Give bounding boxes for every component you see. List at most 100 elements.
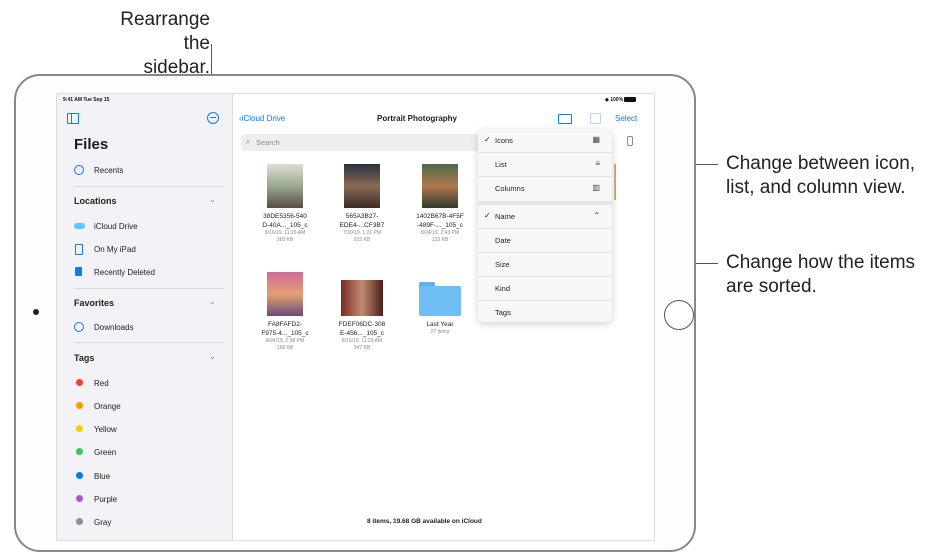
sidebar-item-recently-deleted[interactable]: Recently Deleted	[74, 267, 224, 281]
photo-thumbnail	[422, 164, 458, 208]
file-item[interactable]: 1402B67B-4F5F -489F-..._105_c 8/24/19, 2…	[405, 164, 475, 244]
sidebar-item-label: Downloads	[94, 323, 134, 332]
file-name: FA8FAFD2-	[268, 321, 302, 328]
menu-item-label: Name	[495, 212, 516, 221]
menu-item-icons[interactable]: ✓ Icons ▦	[478, 129, 612, 152]
sidebar-item-tag-purple[interactable]: Purple	[74, 494, 224, 508]
sidebar-item-recents[interactable]: Recents	[74, 165, 224, 179]
sidebar-item-label: Recently Deleted	[94, 268, 155, 277]
file-item[interactable]: 38DE5356-540 D-40A..._105_c 8/16/19, 11:…	[250, 164, 320, 244]
checkmark-icon: ✓	[484, 211, 491, 220]
view-options-icon[interactable]	[590, 113, 601, 124]
menu-item-label: List	[495, 160, 507, 169]
file-item[interactable]: 565A3B27- EDE4-...CF3B7 7/30/19, 1:21 PM…	[327, 164, 397, 244]
photo-thumbnail	[341, 280, 383, 316]
menu-item-name[interactable]: ✓ Name ⌃	[478, 205, 612, 228]
edit-sidebar-icon[interactable]	[207, 112, 219, 124]
sidebar-title: Files	[74, 136, 109, 153]
menu-item-label: Tags	[495, 308, 511, 317]
back-button-label: iCloud Drive	[241, 114, 286, 123]
chevron-down-icon[interactable]: ⌄	[209, 297, 216, 306]
menu-item-tags[interactable]: Tags	[478, 301, 612, 324]
file-date: 8/24/19, 2:43 PM	[420, 230, 460, 236]
tag-dot-icon	[76, 402, 83, 409]
file-date: 8/16/19, 11:26 AM	[264, 230, 306, 236]
chevron-down-icon[interactable]: ⌄	[209, 352, 216, 361]
folder-item[interactable]: Last Year 27 items	[405, 272, 475, 336]
sidebar-item-tag-red[interactable]: Red	[74, 378, 224, 392]
menu-item-size[interactable]: Size	[478, 253, 612, 276]
back-button[interactable]: ‹iCloud Drive	[239, 114, 285, 123]
chevron-down-icon[interactable]: ⌄	[209, 195, 216, 204]
mic-icon[interactable]	[627, 136, 633, 146]
search-placeholder: Search	[256, 138, 280, 147]
chevron-up-icon: ⌃	[593, 211, 600, 220]
sidebar-item-on-my-ipad[interactable]: On My iPad	[74, 244, 224, 258]
menu-item-columns[interactable]: Columns ▥	[478, 177, 612, 200]
photo-thumbnail	[344, 164, 380, 208]
menu-item-label: Kind	[495, 284, 511, 293]
file-item[interactable]: FDEF06DC-308 E-456..._105_c 8/16/19, 11:…	[327, 272, 397, 352]
download-icon	[74, 322, 84, 332]
list-icon: ≡	[595, 159, 600, 168]
menu-item-label: Columns	[495, 184, 525, 193]
file-size: 347 KB	[353, 345, 371, 351]
file-name-2: F975-4..._105_c	[261, 330, 309, 337]
file-size: 168 KB	[276, 345, 294, 351]
tag-dot-icon	[76, 472, 83, 479]
callout-sidebar-line1: Rearrange the	[120, 9, 210, 54]
file-date: 8/16/19, 11:29 AM	[341, 338, 383, 344]
sidebar-item-tag-blue[interactable]: Blue	[74, 471, 224, 485]
sidebar-item-tag-yellow[interactable]: Yellow	[74, 424, 224, 438]
tag-dot-icon	[76, 448, 83, 455]
file-name-2: E-456..._105_c	[339, 330, 385, 337]
section-locations: Locations	[74, 196, 117, 206]
section-tags: Tags	[74, 353, 95, 363]
sidebar-item-label: Blue	[94, 472, 111, 481]
divider	[74, 186, 224, 187]
sidebar-item-icloud[interactable]: iCloud Drive	[74, 221, 224, 235]
cloud-icon	[74, 223, 85, 229]
menu-item-label: Size	[495, 260, 510, 269]
file-name-2: D-40A..._105_c	[262, 222, 308, 229]
checkmark-icon: ✓	[484, 135, 491, 144]
menu-item-kind[interactable]: Kind	[478, 277, 612, 300]
camera	[33, 309, 39, 315]
sidebar-item-label: Orange	[94, 402, 121, 411]
sidebar: 9:41 AM Tue Sep 15 Files Recents Locatio…	[57, 94, 233, 540]
trash-icon	[75, 267, 82, 276]
file-size: 363 KB	[276, 237, 294, 243]
file-name: 565A3B27-	[345, 213, 379, 220]
sidebar-item-label: Gray	[94, 518, 112, 527]
tag-dot-icon	[76, 495, 83, 502]
file-date: 8/24/19, 2:38 PM	[265, 338, 305, 344]
sidebar-item-tag-gray[interactable]: Gray	[74, 517, 224, 531]
sidebar-item-label: Yellow	[94, 425, 117, 434]
sidebar-toggle-icon[interactable]	[67, 113, 79, 124]
home-button[interactable]	[664, 300, 694, 330]
battery-icon	[624, 97, 637, 103]
sidebar-item-downloads[interactable]: Downloads	[74, 322, 224, 336]
sidebar-item-tag-orange[interactable]: Orange	[74, 401, 224, 415]
sidebar-item-tag-green[interactable]: Green	[74, 447, 224, 461]
folder-count: 27 items	[430, 329, 450, 335]
callout-view-line1: Change between icon,	[726, 153, 916, 174]
file-name: FDEF06DC-308	[338, 321, 386, 328]
file-item[interactable]: FA8FAFD2- F975-4..._105_c 8/24/19, 2:38 …	[250, 272, 320, 352]
search-icon: ⌕	[246, 137, 251, 146]
select-button[interactable]: Select	[615, 114, 637, 123]
file-name-2: -489F-..._105_c	[417, 222, 463, 229]
new-folder-icon[interactable]	[558, 114, 572, 124]
tag-dot-icon	[76, 425, 83, 432]
callout-view-line2: list, and column view.	[726, 177, 906, 198]
sidebar-item-label: Green	[94, 448, 117, 457]
divider	[74, 342, 224, 343]
callout-sort-line1: Change how the items	[726, 252, 916, 273]
menu-item-date[interactable]: Date	[478, 229, 612, 252]
clock-icon	[74, 165, 84, 175]
file-size: 915 KB	[353, 237, 371, 243]
menu-item-list[interactable]: List ≡	[478, 153, 612, 176]
scroll-indicator[interactable]	[614, 164, 616, 200]
sidebar-item-label: On My iPad	[94, 245, 136, 254]
photo-thumbnail	[267, 272, 303, 316]
